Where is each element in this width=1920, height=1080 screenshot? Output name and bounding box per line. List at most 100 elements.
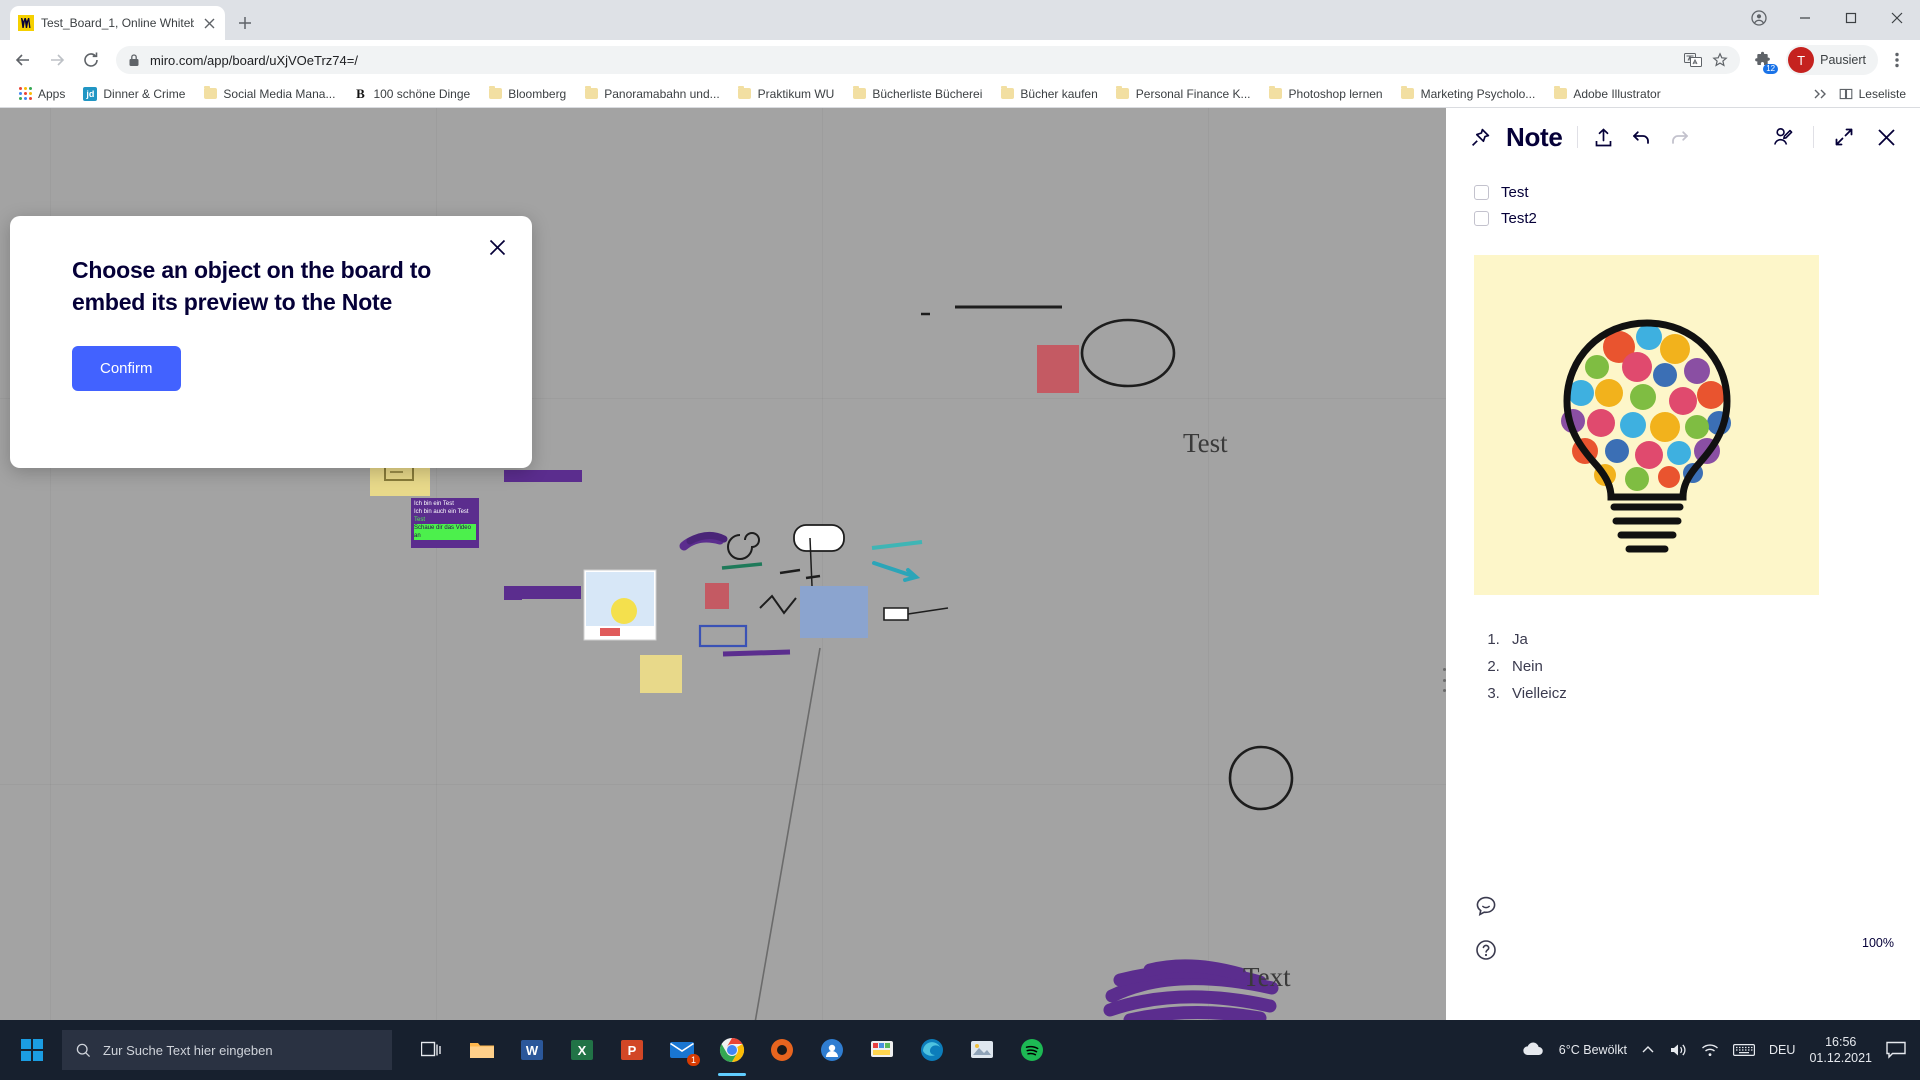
back-arrow-icon[interactable] [8, 45, 38, 75]
windows-start-icon[interactable] [4, 1022, 60, 1078]
chevron-double-right-icon[interactable] [1813, 88, 1827, 100]
clock[interactable]: 16:56 01.12.2021 [1809, 1034, 1872, 1066]
extensions-icon[interactable]: 12 [1750, 47, 1779, 74]
star-icon[interactable] [1712, 52, 1728, 68]
folder-icon [1116, 86, 1130, 101]
assign-person-icon[interactable] [1771, 125, 1795, 149]
folder-icon [852, 86, 866, 101]
lightbulb-idea-image[interactable] [1474, 255, 1819, 595]
chevron-up-icon[interactable] [1641, 1043, 1655, 1057]
bookmark-buecherliste-buecherei[interactable]: Bücherliste Bücherei [844, 84, 990, 104]
help-circle-icon[interactable] [1474, 938, 1498, 962]
weather-text[interactable]: 6°C Bewölkt [1559, 1043, 1627, 1057]
pin-icon[interactable] [1468, 125, 1492, 149]
notification-icon[interactable] [1886, 1041, 1906, 1059]
bookmark-label: Adobe Illustrator [1573, 86, 1661, 101]
kebab-menu-icon[interactable] [1882, 45, 1912, 75]
redo-icon[interactable] [1668, 125, 1692, 149]
bookmark-marketing-psychologie[interactable]: Marketing Psycholo... [1393, 84, 1544, 104]
bookmark-label: Photoshop lernen [1288, 86, 1383, 101]
bookmark-label: Bücherliste Bücherei [872, 86, 983, 101]
teams-icon[interactable] [808, 1022, 856, 1078]
dialog-close-icon[interactable] [484, 234, 510, 260]
browser-tab[interactable]: Test_Board_1, Online Whiteboard [10, 6, 225, 40]
mail-badge-count: 1 [686, 1054, 700, 1066]
language-indicator[interactable]: DEU [1769, 1043, 1795, 1057]
bookmark-label: 100 schöne Dinge [373, 86, 471, 101]
checkbox[interactable] [1474, 211, 1489, 226]
word-icon[interactable]: W [508, 1022, 556, 1078]
board-text-line: Ich bin auch ein Test [414, 509, 469, 515]
note-zoom-level[interactable]: 100% [1862, 936, 1894, 950]
system-tray: 6°C Bewölkt DEU 16:56 01.12.2021 [1521, 1034, 1916, 1066]
forward-arrow-icon[interactable] [42, 45, 72, 75]
reload-icon[interactable] [76, 45, 106, 75]
browser-orange-icon[interactable] [758, 1022, 806, 1078]
checklist-label: Test [1501, 184, 1529, 201]
address-bar[interactable]: miro.com/app/board/uXjVOeTrz74=/ [116, 46, 1741, 74]
paint-icon[interactable] [858, 1022, 906, 1078]
bookmark-praktikum-wu[interactable]: Praktikum WU [730, 84, 843, 104]
bookmark-label: Dinner & Crime [103, 86, 186, 101]
bookmark-100-schoene-dinge[interactable]: B 100 schöne Dinge [345, 84, 478, 104]
bookmark-buecher-kaufen[interactable]: Bücher kaufen [992, 84, 1105, 104]
bookmark-personal-finance[interactable]: Personal Finance K... [1108, 84, 1259, 104]
edge-icon[interactable] [908, 1022, 956, 1078]
miro-board-area[interactable]: Test Text Ich bin ein Test Ich bin auch … [0, 108, 1920, 1020]
tab-close-icon[interactable] [201, 15, 217, 31]
bookmark-bloomberg[interactable]: Bloomberg [480, 84, 574, 104]
bookmark-adobe-illustrator[interactable]: Adobe Illustrator [1545, 84, 1668, 104]
board-purple-text-card[interactable]: Ich bin ein Test Ich bin auch ein Test T… [411, 498, 479, 548]
note-panel-close-icon[interactable] [1874, 125, 1898, 149]
powerpoint-icon[interactable]: P [608, 1022, 656, 1078]
account-icon[interactable] [1736, 2, 1782, 34]
note-panel-body: Test Test2 1. Ja 2. Nein 3. Vielleicz [1446, 166, 1920, 702]
comment-icon[interactable] [1474, 894, 1498, 918]
board-text-line: Ich bin ein Test [414, 501, 454, 507]
volume-icon[interactable] [1669, 1042, 1687, 1058]
list-item: Ja [1504, 631, 1892, 648]
translate-icon[interactable] [1684, 53, 1703, 67]
clock-date: 01.12.2021 [1809, 1051, 1872, 1065]
svg-text:Text: Text [1243, 962, 1291, 992]
mail-icon[interactable]: 1 [658, 1022, 706, 1078]
file-explorer-icon[interactable] [458, 1022, 506, 1078]
bookmark-apps[interactable]: Apps [10, 84, 73, 104]
board-text-line: Schaue dir das Video an [414, 524, 476, 540]
svg-text:W: W [526, 1043, 539, 1058]
chrome-icon[interactable] [708, 1022, 756, 1078]
maximize-button[interactable] [1828, 2, 1874, 34]
folder-icon [1401, 86, 1415, 101]
new-tab-button[interactable] [231, 9, 259, 37]
keyboard-icon[interactable] [1733, 1043, 1756, 1057]
photos-icon[interactable] [958, 1022, 1006, 1078]
bookmark-panoramabahn[interactable]: Panoramabahn und... [576, 84, 727, 104]
window-close-button[interactable] [1874, 2, 1920, 34]
checklist-item[interactable]: Test [1474, 184, 1892, 201]
excel-icon[interactable]: X [558, 1022, 606, 1078]
bookmark-label: Bloomberg [508, 86, 567, 101]
spotify-icon[interactable] [1008, 1022, 1056, 1078]
checkbox[interactable] [1474, 185, 1489, 200]
list-item: Vielleicz [1504, 685, 1892, 702]
bloomberg-b-icon: B [356, 85, 365, 101]
wifi-icon[interactable] [1701, 1043, 1719, 1057]
cloud-icon [1521, 1042, 1545, 1058]
windows-taskbar: Zur Suche Text hier eingeben W X P 1 6°C… [0, 1020, 1920, 1080]
checklist-item[interactable]: Test2 [1474, 210, 1892, 227]
task-view-icon[interactable] [408, 1022, 456, 1078]
reading-list-button[interactable]: Leseliste [1839, 87, 1906, 101]
undo-icon[interactable] [1630, 125, 1654, 149]
bookmark-dinner-crime[interactable]: jd Dinner & Crime [75, 84, 193, 104]
bookmark-photoshop-lernen[interactable]: Photoshop lernen [1261, 84, 1391, 104]
bookmark-social-media[interactable]: Social Media Mana... [195, 84, 343, 104]
upload-share-icon[interactable] [1592, 125, 1616, 149]
confirm-button[interactable]: Confirm [72, 346, 181, 391]
folder-icon [203, 86, 217, 101]
jd-icon: jd [83, 86, 98, 101]
minimize-button[interactable] [1782, 2, 1828, 34]
expand-icon[interactable] [1832, 125, 1856, 149]
taskbar-search-input[interactable]: Zur Suche Text hier eingeben [62, 1030, 392, 1070]
list-item: Nein [1504, 658, 1892, 675]
profile-chip[interactable]: T Pausiert [1786, 45, 1878, 75]
